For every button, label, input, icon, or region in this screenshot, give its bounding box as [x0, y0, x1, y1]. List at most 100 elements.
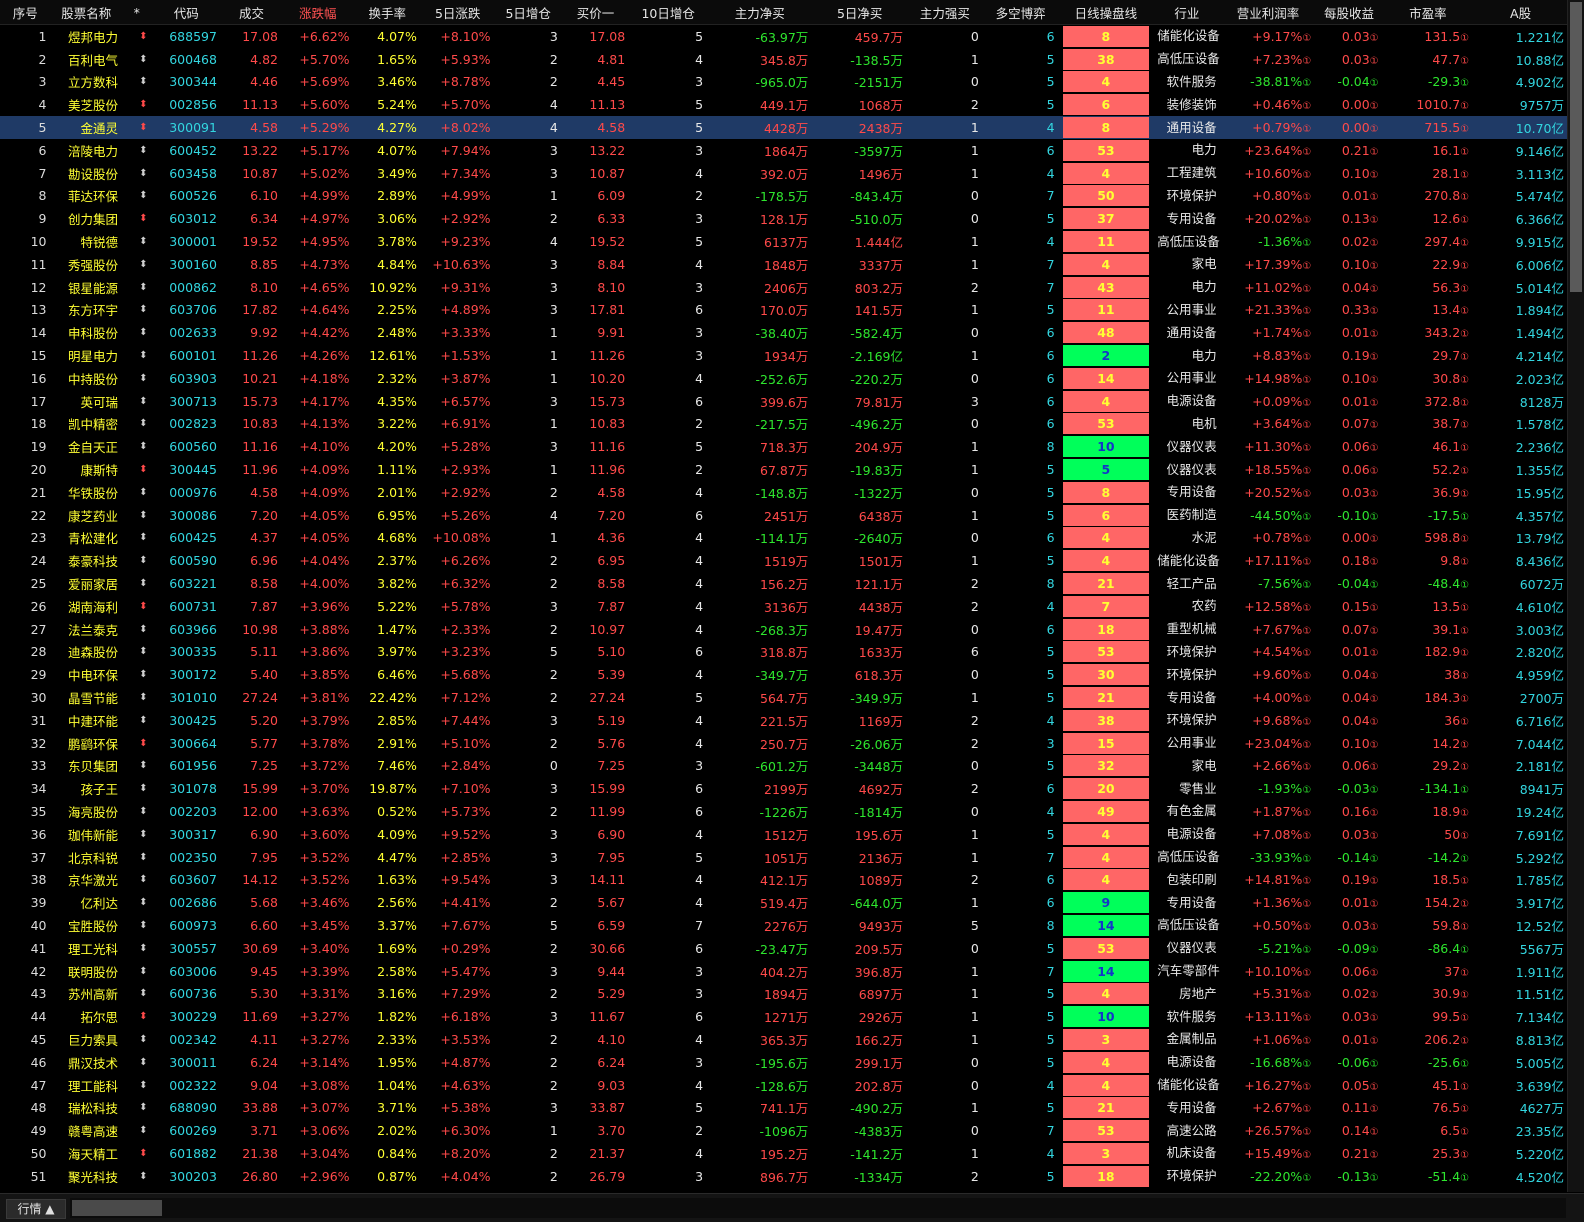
- table-row[interactable]: 43 苏州高新 ⬍ 600736 5.30 +3.31% 3.16% +7.29% 2 5.29 3…: [0, 982, 1568, 1005]
- table-row[interactable]: 8 菲达环保 ⬍ 600526 6.10 +4.99% 2.89% +4.99% 1 6.09 2-…: [0, 185, 1568, 208]
- table-row[interactable]: 15 明星电力 ⬍ 600101 11.26 +4.26% 12.61% +1.53% 1 11.…: [0, 344, 1568, 367]
- table-row[interactable]: 10 特锐德 ⬍ 300001 19.52 +4.95% 3.78% +9.23% 4 19.52…: [0, 230, 1568, 253]
- table-row[interactable]: 32 鹏鹞环保 ⬍ 300664 5.77 +3.78% 2.91% +5.10% 2 5.76 4…: [0, 732, 1568, 755]
- kline-signal-badge: 53: [1062, 937, 1150, 959]
- column-header[interactable]: 主力净买: [707, 0, 813, 25]
- table-row[interactable]: 26 湖南海利 ⬍ 600731 7.87 +3.96% 5.22% +5.78% 3 7.87 4…: [0, 595, 1568, 618]
- earnings-per-share: 0.03①: [1315, 48, 1382, 71]
- table-row[interactable]: 9 创力集团 ⬍ 603012 6.34 +4.97% 3.06% +2.92% 2 6.33 3 1…: [0, 207, 1568, 230]
- table-row[interactable]: 38 京华激光 ⬍ 603607 14.12 +3.52% 1.63% +9.54% 3 14.1…: [0, 868, 1568, 891]
- column-header[interactable]: 市盈率: [1382, 0, 1474, 25]
- table-row[interactable]: 48 瑞松科技 ⬍ 688090 33.88 +3.07% 3.71% +5.38% 3 33.8…: [0, 1096, 1568, 1119]
- table-row[interactable]: 19 金自天正 ⬍ 600560 11.16 +4.10% 4.20% +5.28% 3 11.1…: [0, 435, 1568, 458]
- table-row[interactable]: 37 北京科锐 ⬍ 002350 7.95 +3.52% 4.47% +2.85% 3 7.95 5…: [0, 846, 1568, 869]
- horizontal-scrollbar[interactable]: [70, 1198, 1566, 1218]
- table-row[interactable]: 21 华铁股份 ⬍ 000976 4.58 +4.09% 2.01% +2.92% 2 4.58 4…: [0, 481, 1568, 504]
- table-row[interactable]: 27 法兰泰克 ⬍ 603966 10.98 +3.88% 1.47% +2.33% 2 10.9…: [0, 618, 1568, 641]
- column-header[interactable]: 涨跌幅: [281, 0, 354, 25]
- main-net-buy: 2451万: [764, 508, 809, 524]
- table-row[interactable]: 34 孩子王 ⬍ 301078 15.99 +3.70% 19.87% +7.10% 3 15.9…: [0, 777, 1568, 800]
- table-row[interactable]: 7 勘设股份 ⬍ 603458 10.87 +5.02% 3.49% +7.34% 3 10.87…: [0, 162, 1568, 185]
- tab-market-quotes[interactable]: 行情 ▲: [6, 1199, 66, 1219]
- table-row[interactable]: 18 凯中精密 ⬍ 002823 10.83 +4.13% 3.22% +6.91% 1 10.8…: [0, 413, 1568, 436]
- table-row[interactable]: 2 百利电气 ⬍ 600468 4.82 +5.70% 1.65% +5.93% 2 4.81 4 3…: [0, 48, 1568, 71]
- report-period-icon: ①: [1302, 807, 1312, 819]
- bid-price-1: 11.13: [589, 97, 626, 113]
- position-increase-5d: 2: [549, 1031, 558, 1047]
- table-row[interactable]: 44 拓尔思 ⬍ 300229 11.69 +3.27% 1.82% +6.18% 3 11.67…: [0, 1005, 1568, 1028]
- table-row[interactable]: 41 理工光科 ⬍ 300557 30.69 +3.40% 1.69% +0.29% 2 30.6…: [0, 937, 1568, 960]
- column-header[interactable]: 成交: [220, 0, 282, 25]
- table-row[interactable]: 42 联明股份 ⬍ 603006 9.45 +3.39% 2.58% +5.47% 3 9.44 3…: [0, 960, 1568, 983]
- column-header[interactable]: A股: [1473, 0, 1568, 25]
- column-header[interactable]: 5日增仓: [494, 0, 562, 25]
- table-row[interactable]: 28 迪森股份 ⬍ 300335 5.11 +3.86% 3.97% +3.23% 5 5.10 6…: [0, 641, 1568, 664]
- table-row[interactable]: 16 中持股份 ⬍ 603903 10.21 +4.18% 2.32% +3.87% 1 10.2…: [0, 367, 1568, 390]
- report-period-icon: ①: [1369, 990, 1379, 1002]
- table-row[interactable]: 33 东贝集团 ⬍ 601956 7.25 +3.72% 7.46% +2.84% 0 7.25 3…: [0, 755, 1568, 778]
- pe-ratio: 29.2①: [1383, 755, 1474, 778]
- column-header[interactable]: 序号: [0, 0, 51, 25]
- table-row[interactable]: 4 美芝股份 ⬍ 002856 11.13 +5.60% 5.24% +5.70% 4 11.13…: [0, 93, 1568, 116]
- column-header[interactable]: 营业利润率: [1220, 0, 1316, 25]
- table-row[interactable]: 49 赣粤高速 ⬍ 600269 3.71 +3.06% 2.02% +6.30% 1 3.70 2…: [0, 1119, 1568, 1142]
- table-row[interactable]: 23 青松建化 ⬍ 600425 4.37 +4.05% 4.68% +10.08% 1 4.36…: [0, 527, 1568, 550]
- long-short-game: 6: [1046, 28, 1055, 44]
- table-row[interactable]: 3 立方数科 ⬍ 300344 4.46 +5.69% 3.46% +8.78% 2 4.45 3-…: [0, 71, 1568, 94]
- report-period-icon: ①: [1369, 580, 1379, 592]
- table-row[interactable]: 12 银星能源 ⬍ 000862 8.10 +4.65% 10.92% +9.31% 3 8.10…: [0, 276, 1568, 299]
- table-row[interactable]: 20 康斯特 ⬍ 300445 11.96 +4.09% 1.11% +2.93% 1 11.96…: [0, 458, 1568, 481]
- turnover-rate: 2.25%: [377, 302, 417, 318]
- earnings-per-share: 0.19①: [1315, 868, 1382, 891]
- table-row[interactable]: 50 海天精工 ⬍ 601882 21.38 +3.04% 0.84% +8.20% 2 21.3…: [0, 1142, 1568, 1165]
- table-row[interactable]: 14 申科股份 ⬍ 002633 9.92 +4.42% 2.48% +3.33% 1 9.91 3…: [0, 321, 1568, 344]
- table-row[interactable]: 39 亿利达 ⬍ 002686 5.68 +3.46% 2.56% +4.41% 2 5.67 4 5…: [0, 891, 1568, 914]
- vertical-scroll-thumb[interactable]: [1570, 2, 1582, 292]
- report-period-icon: ①: [1302, 238, 1312, 250]
- long-short-game: 8: [1046, 576, 1055, 592]
- kline-signal-badge: 4: [1062, 1051, 1150, 1073]
- table-row[interactable]: 40 宝胜股份 ⬍ 600973 6.60 +3.45% 3.37% +7.67% 5 6.59 7…: [0, 914, 1568, 937]
- column-header[interactable]: 主力强买: [907, 0, 983, 25]
- column-header[interactable]: 日线操盘线: [1058, 0, 1154, 25]
- column-header[interactable]: 换手率: [353, 0, 421, 25]
- table-row[interactable]: 31 中建环能 ⬍ 300425 5.20 +3.79% 2.85% +7.44% 3 5.19 4…: [0, 709, 1568, 732]
- column-header[interactable]: 行业: [1153, 0, 1221, 25]
- table-row[interactable]: 25 爱丽家居 ⬍ 603221 8.58 +4.00% 3.82% +6.32% 2 8.58 4…: [0, 572, 1568, 595]
- table-row[interactable]: 46 鼎汉技术 ⬍ 300011 6.24 +3.14% 1.95% +4.87% 2 6.24 3…: [0, 1051, 1568, 1074]
- column-header[interactable]: 5日净买: [812, 0, 908, 25]
- table-row[interactable]: 29 中电环保 ⬍ 300172 5.40 +3.85% 6.46% +5.68% 2 5.39 4…: [0, 663, 1568, 686]
- turnover-rate: 3.49%: [377, 165, 417, 181]
- horizontal-scroll-thumb[interactable]: [72, 1200, 162, 1216]
- column-header[interactable]: 股票名称: [50, 0, 123, 25]
- table-row[interactable]: 6 涪陵电力 ⬍ 600452 13.22 +5.17% 4.07% +7.94% 3 13.22…: [0, 139, 1568, 162]
- column-header[interactable]: *: [122, 0, 152, 25]
- table-row[interactable]: 24 泰豪科技 ⬍ 600590 6.96 +4.04% 2.37% +6.26% 2 6.95 4…: [0, 549, 1568, 572]
- earnings-per-share: 0.03①: [1315, 1005, 1382, 1028]
- stock-code: 300091: [151, 116, 221, 139]
- column-header[interactable]: 多空博弈: [982, 0, 1059, 25]
- table-row[interactable]: 5 金通灵 ⬍ 300091 4.58 +5.29% 4.27% +8.02% 4 4.58 5 44…: [0, 116, 1568, 139]
- table-row[interactable]: 36 珈伟新能 ⬍ 300317 6.90 +3.60% 4.09% +9.52% 3 6.90 4…: [0, 823, 1568, 846]
- table-row[interactable]: 47 理工能科 ⬍ 002322 9.04 +3.08% 1.04% +4.63% 2 9.03 4…: [0, 1074, 1568, 1097]
- column-header[interactable]: 每股收益: [1315, 0, 1383, 25]
- vertical-scrollbar[interactable]: [1567, 0, 1584, 1192]
- table-row[interactable]: 22 康芝药业 ⬍ 300086 7.20 +4.05% 6.95% +5.26% 4 7.20 6…: [0, 504, 1568, 527]
- table-row[interactable]: 45 巨力索具 ⬍ 002342 4.11 +3.27% 2.33% +3.53% 2 4.10 4…: [0, 1028, 1568, 1051]
- table-row[interactable]: 35 海亮股份 ⬍ 002203 12.00 +3.63% 0.52% +5.73% 2 11.9…: [0, 800, 1568, 823]
- position-increase-5d: 3: [549, 781, 558, 797]
- long-short-game: 5: [1046, 644, 1055, 660]
- change-percent: +4.26%: [299, 348, 350, 364]
- column-header[interactable]: 代码: [151, 0, 221, 25]
- table-row[interactable]: 1 煜邦电力 ⬍ 688597 17.08 +6.62% 4.07% +8.10% 3 17.08…: [0, 25, 1568, 48]
- column-header[interactable]: 买价一: [561, 0, 630, 25]
- table-row[interactable]: 13 东方环宇 ⬍ 603706 17.82 +4.64% 2.25% +4.89% 3 17.8…: [0, 299, 1568, 322]
- table-row[interactable]: 11 秀强股份 ⬍ 300160 8.85 +4.73% 4.84% +10.63% 3 8.84…: [0, 253, 1568, 276]
- stock-name: 凯中精密: [68, 417, 119, 433]
- table-row[interactable]: 17 英可瑞 ⬍ 300713 15.73 +4.17% 4.35% +6.57% 3 15.73…: [0, 390, 1568, 413]
- table-row[interactable]: 30 晶雪节能 ⬍ 301010 27.24 +3.81% 22.42% +7.12% 2 27.…: [0, 686, 1568, 709]
- column-header[interactable]: 10日增仓: [629, 0, 708, 25]
- table-row[interactable]: 51 聚光科技 ⬍ 300203 26.80 +2.96% 0.87% +4.04% 2 26.7…: [0, 1165, 1568, 1188]
- column-header[interactable]: 5日涨跌: [420, 0, 495, 25]
- main-net-buy: -1226万: [759, 804, 809, 820]
